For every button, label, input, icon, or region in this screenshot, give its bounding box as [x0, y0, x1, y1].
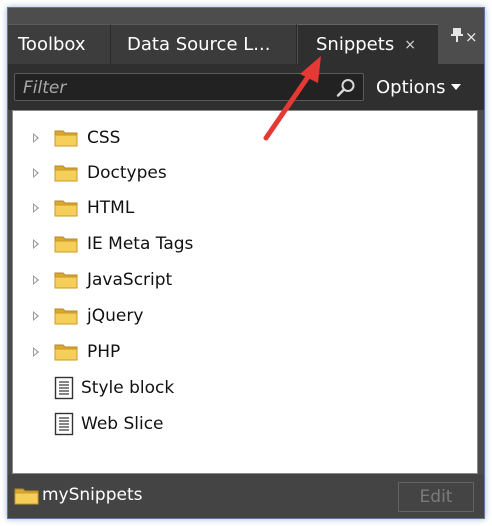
expand-arrow-icon[interactable] — [33, 203, 39, 213]
options-button[interactable]: Options — [376, 74, 462, 100]
tab-close-icon[interactable]: × — [404, 37, 416, 53]
tree-item-jquery[interactable]: jQuery — [13, 299, 473, 333]
search-icon[interactable] — [335, 77, 357, 99]
filter-input[interactable] — [21, 76, 325, 100]
snippet-document-icon — [54, 412, 74, 436]
filter-box — [14, 73, 364, 101]
expand-arrow-icon[interactable] — [33, 311, 39, 321]
pin-icon[interactable] — [448, 26, 466, 44]
folder-icon — [54, 200, 78, 217]
tree-item-label: Web Slice — [81, 414, 164, 434]
tree-item-style-block[interactable]: Style block — [13, 371, 473, 405]
chevron-down-icon — [451, 84, 462, 90]
expand-arrow-icon[interactable] — [33, 239, 39, 249]
my-snippets-folder-label[interactable]: mySnippets — [42, 485, 142, 505]
tree-item-label: CSS — [87, 128, 121, 148]
tab-data-source-label: Data Source L... — [127, 34, 271, 55]
tab-data-source-library[interactable]: Data Source L... — [111, 24, 297, 64]
snippets-tree: CSS Doctypes HTML IE Meta Tags JavaScrip… — [12, 110, 478, 474]
folder-icon — [14, 488, 39, 505]
tab-toolbox[interactable]: Toolbox — [8, 24, 111, 64]
tree-item-javascript[interactable]: JavaScript — [13, 263, 473, 297]
tree-item-web-slice[interactable]: Web Slice — [13, 407, 473, 441]
snippet-document-icon — [54, 376, 74, 400]
edit-button[interactable]: Edit — [398, 482, 474, 512]
tab-snippets-label: Snippets — [316, 34, 395, 55]
tree-item-label: Style block — [81, 378, 175, 398]
panel-close-icon[interactable]: × — [465, 30, 478, 45]
tree-item-label: jQuery — [87, 306, 144, 326]
panel-tab-bar: Toolbox Data Source L... Snippets × × — [8, 8, 484, 64]
expand-arrow-icon[interactable] — [33, 168, 39, 178]
expand-arrow-icon[interactable] — [33, 275, 39, 285]
expand-arrow-icon[interactable] — [33, 347, 39, 357]
tree-item-css[interactable]: CSS — [13, 121, 473, 155]
folder-icon — [54, 344, 78, 361]
expand-arrow-icon[interactable] — [33, 133, 39, 143]
options-label: Options — [376, 76, 446, 98]
bottom-bar: mySnippets Edit — [8, 474, 484, 518]
tree-item-label: PHP — [87, 342, 121, 362]
folder-icon — [54, 272, 78, 289]
tab-toolbox-label: Toolbox — [18, 34, 86, 55]
folder-icon — [54, 130, 78, 147]
tree-item-label: HTML — [87, 198, 135, 218]
folder-icon — [54, 308, 78, 325]
tree-item-html[interactable]: HTML — [13, 191, 473, 225]
tree-item-label: JavaScript — [87, 270, 173, 290]
tree-item-label: Doctypes — [87, 163, 167, 183]
filter-bar: Options — [8, 64, 484, 110]
tree-item-ie-meta-tags[interactable]: IE Meta Tags — [13, 227, 473, 261]
tree-item-php[interactable]: PHP — [13, 335, 473, 369]
folder-icon — [54, 165, 78, 182]
tree-item-label: IE Meta Tags — [87, 234, 194, 254]
tab-snippets[interactable]: Snippets × — [298, 24, 438, 64]
tree-item-doctypes[interactable]: Doctypes — [13, 156, 473, 190]
screenshot-frame: Toolbox Data Source L... Snippets × × Fi… — [0, 0, 492, 526]
folder-icon — [54, 236, 78, 253]
snippets-panel: Toolbox Data Source L... Snippets × × Fi… — [7, 7, 485, 519]
